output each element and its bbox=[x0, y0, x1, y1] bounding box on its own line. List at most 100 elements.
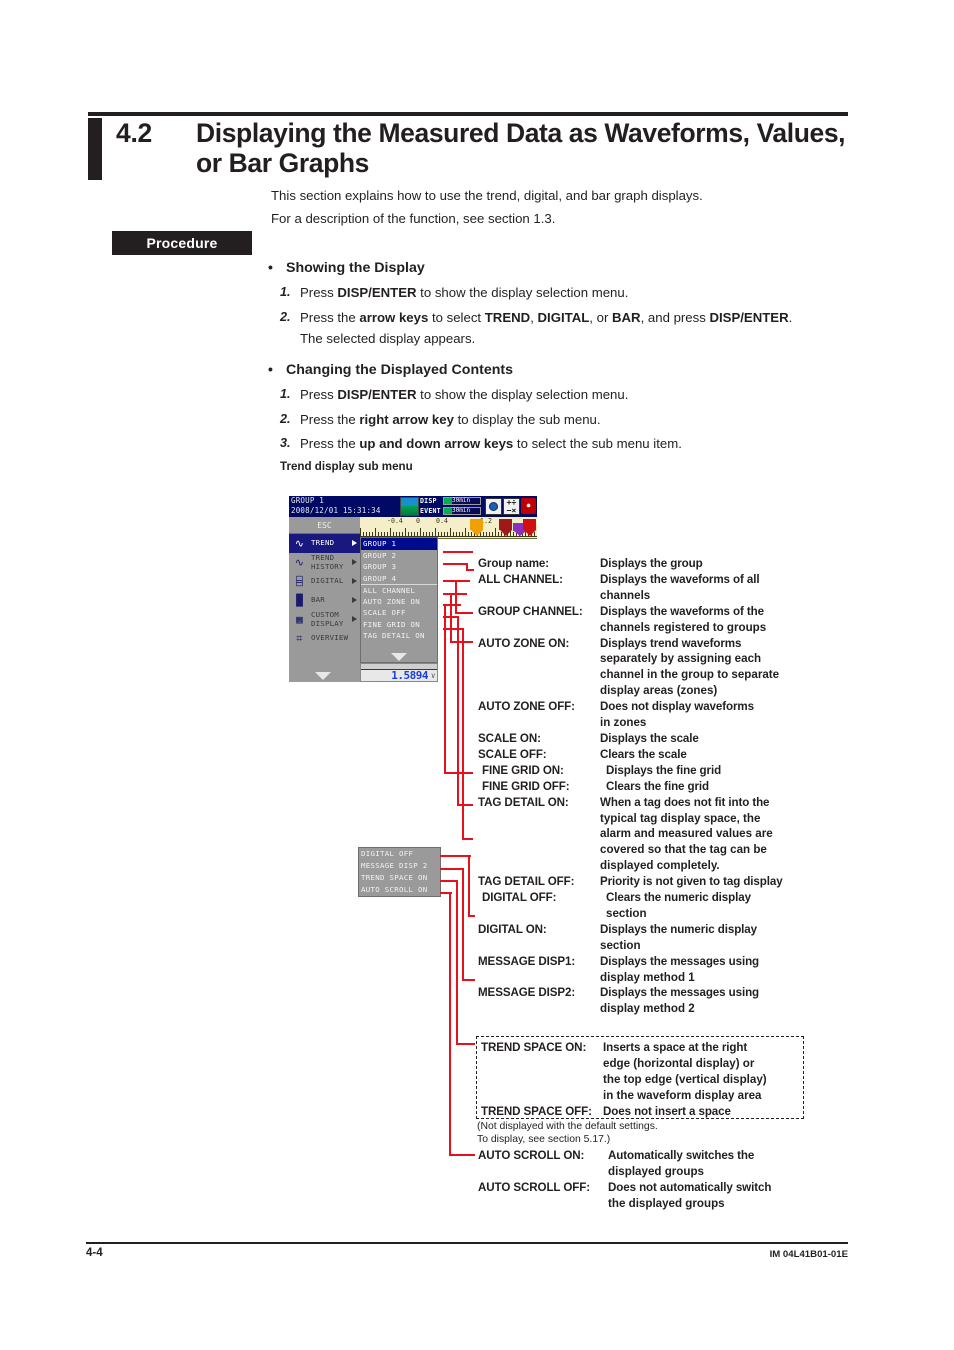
trend-space-note-2: To display, see section 5.17.) bbox=[477, 1133, 611, 1145]
description-definition: Clears the numeric display bbox=[606, 891, 751, 905]
digital-icon: ⌸ bbox=[296, 575, 303, 588]
device-submenu-item[interactable]: GROUP 4 bbox=[361, 573, 437, 585]
media-status-icon bbox=[400, 497, 419, 516]
scale-marker-6: 6 bbox=[470, 519, 483, 536]
description-continuation: the displayed groups bbox=[608, 1196, 725, 1210]
device-submenu-item[interactable]: TAG DETAIL ON bbox=[361, 630, 437, 642]
description-row: Group name: Displays the group bbox=[478, 556, 878, 572]
event-rate-bar: 30min bbox=[443, 507, 481, 515]
device-menu-item-digital[interactable]: ⌸ DIGITAL bbox=[289, 572, 360, 591]
trend-space-section: TREND SPACE ON: Inserts a space at the ri… bbox=[477, 1040, 881, 1146]
description-definition: Displays the group bbox=[600, 557, 703, 570]
page-number: 4-4 bbox=[86, 1247, 103, 1259]
disp-rate-bar: 30min bbox=[443, 497, 481, 505]
description-row: SCALE ON: Displays the scale bbox=[478, 731, 878, 747]
device-submenu-item[interactable]: GROUP 3 bbox=[361, 561, 437, 573]
description-row: FINE GRID OFF: Clears the fine grid bbox=[478, 779, 878, 795]
alarm-icon: ⏺ bbox=[521, 498, 536, 514]
device-submenu-item[interactable]: ALL CHANNEL bbox=[361, 584, 437, 596]
disp-rate-value: 30min bbox=[452, 497, 471, 504]
device-menu-item-bar[interactable]: █ BAR bbox=[289, 591, 360, 610]
description-term: TREND SPACE OFF: bbox=[481, 1104, 592, 1118]
submenu-scroll-down-icon[interactable] bbox=[391, 653, 407, 661]
description-continuation: alarm and measured values are bbox=[600, 827, 773, 841]
description-definition: Displays the messages using bbox=[600, 986, 760, 1000]
description-definition: Displays the messages using bbox=[600, 954, 760, 968]
description-definition: Automatically switches the bbox=[608, 1149, 755, 1162]
description-term: Group name: bbox=[478, 557, 550, 570]
device-menu-item-trend-history[interactable]: ∿ TREND HISTORY bbox=[289, 553, 360, 572]
description-row: MESSAGE DISP2: Displays the messages usin… bbox=[478, 985, 878, 1001]
device-submenu-item[interactable]: SCALE OFF bbox=[361, 607, 437, 619]
device-submenu2-item[interactable]: MESSAGE DISP 2 bbox=[359, 860, 440, 872]
device-submenu-item[interactable]: AUTO ZONE ON bbox=[361, 596, 437, 608]
device-submenu-item[interactable]: GROUP 2 bbox=[361, 550, 437, 562]
page-title: 4.2 Displaying the Measured Data as Wavef… bbox=[116, 118, 856, 179]
ruler-label-1: 0 bbox=[416, 517, 420, 525]
bar-icon: █ bbox=[296, 594, 303, 607]
description-term: AUTO SCROLL ON: bbox=[478, 1149, 585, 1162]
device-menu-item-trend[interactable]: ∿ TREND bbox=[289, 534, 360, 553]
device-menu-label: TREND bbox=[311, 538, 335, 548]
trend-space-note-1: (Not displayed with the default settings… bbox=[477, 1120, 658, 1132]
scale-marker-5-label: 5 bbox=[499, 519, 512, 530]
description-definition: Does not automatically switch bbox=[608, 1180, 772, 1194]
esc-button[interactable]: ESC bbox=[289, 517, 360, 534]
device-menu-label: OVERVIEW bbox=[311, 633, 349, 643]
scale-marker-1-label: 1 bbox=[523, 519, 536, 530]
device-menu-label: DIGITAL bbox=[311, 576, 344, 586]
description-list: Group name: Displays the group ALL CHANNEL… bbox=[478, 556, 878, 1017]
description-term: FINE GRID ON: bbox=[482, 763, 564, 777]
chevron-right-icon bbox=[352, 616, 357, 622]
selected-display-note: The selected display appears. bbox=[300, 331, 476, 347]
step-number: 2. bbox=[280, 309, 291, 324]
description-definition: Clears the fine grid bbox=[606, 779, 710, 793]
description-definition: Does not display waveforms bbox=[600, 700, 754, 714]
device-status-bar: GROUP 1 2008/12/01 15:31:34 DISP EVENT 3… bbox=[289, 496, 537, 517]
description-row: AUTO ZONE OFF: Does not display waveforms bbox=[478, 699, 878, 715]
description-term: MESSAGE DISP2: bbox=[478, 986, 576, 1000]
description-term: AUTO ZONE ON: bbox=[478, 636, 570, 650]
description-term: AUTO ZONE OFF: bbox=[478, 700, 575, 714]
device-sub-menu-2[interactable]: DIGITAL OFF MESSAGE DISP 2 TREND SPACE ON A… bbox=[358, 847, 441, 897]
auto-scroll-section: AUTO SCROLL ON: Automatically switches th… bbox=[478, 1148, 878, 1212]
key-lock-icon bbox=[485, 498, 502, 515]
event-label: EVENT bbox=[420, 507, 441, 515]
step-number: 3. bbox=[280, 436, 291, 451]
custom-display-icon: ▦ bbox=[296, 613, 303, 626]
procedure-step: 1. Press DISP/ENTER to show the display s… bbox=[280, 387, 629, 403]
description-term: MESSAGE DISP1: bbox=[478, 954, 576, 968]
description-definition: Displays the waveforms of all bbox=[600, 572, 760, 586]
device-main-menu[interactable]: ∿ TREND ∿ TREND HISTORY ⌸ DIGITAL █ BAR ▦ CUSTOM DI… bbox=[289, 534, 360, 682]
description-continuation: edge (horizontal display) or bbox=[603, 1056, 755, 1070]
figure-caption: Trend display sub menu bbox=[280, 459, 413, 473]
device-sub-menu[interactable]: GROUP 1 GROUP 2 GROUP 3 GROUP 4 ALL CHANNEL A… bbox=[360, 537, 438, 663]
trend-history-icon: ∿ bbox=[294, 556, 305, 569]
chevron-right-icon bbox=[352, 559, 357, 565]
description-term: SCALE OFF: bbox=[478, 747, 547, 761]
device-submenu-item[interactable]: FINE GRID ON bbox=[361, 619, 437, 631]
scale-marker-1: 1 bbox=[523, 519, 536, 536]
digital-readout: 1.5894 V bbox=[360, 663, 438, 682]
description-row: TAG DETAIL ON: When a tag does not fit in… bbox=[478, 795, 878, 811]
description-continuation: displayed groups bbox=[608, 1164, 704, 1178]
device-submenu2-item[interactable]: TREND SPACE ON bbox=[359, 872, 440, 884]
device-menu-item-custom-display[interactable]: ▦ CUSTOM DISPLAY bbox=[289, 610, 360, 629]
disp-label: DISP bbox=[420, 497, 437, 505]
device-menu-label: CUSTOM DISPLAY bbox=[311, 610, 344, 628]
device-submenu-item[interactable]: GROUP 1 bbox=[361, 538, 437, 550]
description-definition: Displays the numeric display bbox=[600, 922, 757, 936]
device-menu-item-overview[interactable]: ⌗ OVERVIEW bbox=[289, 629, 360, 648]
description-term: TAG DETAIL ON: bbox=[478, 795, 569, 809]
procedure-step: 3. Press the up and down arrow keys to se… bbox=[280, 436, 682, 452]
description-definition: Displays trend waveforms bbox=[600, 636, 742, 650]
device-submenu2-item[interactable]: DIGITAL OFF bbox=[359, 848, 440, 860]
menu-scroll-down-icon[interactable] bbox=[315, 672, 331, 680]
step-number: 2. bbox=[280, 411, 291, 426]
trend-space-on-row: TREND SPACE ON: Inserts a space at the ri… bbox=[481, 1040, 881, 1056]
footer-rule bbox=[86, 1242, 848, 1244]
procedure-content: Showing the Display 1.Press DISP/ENTER t… bbox=[266, 259, 876, 476]
description-continuation: display method 2 bbox=[600, 1002, 695, 1016]
description-continuation: display areas (zones) bbox=[600, 684, 718, 698]
device-submenu2-item[interactable]: AUTO SCROLL ON bbox=[359, 884, 440, 896]
